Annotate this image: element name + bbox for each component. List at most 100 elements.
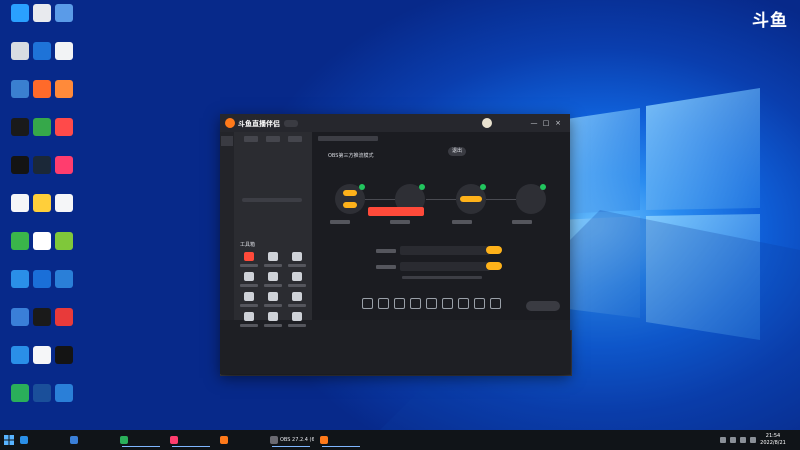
tool-label [264,304,282,307]
taskbar-item[interactable] [168,433,214,447]
desktop-icon[interactable] [48,382,82,416]
desktop-icon-label [48,138,82,146]
empty-list-hint [242,198,302,202]
taskbar-app-icon [120,436,128,444]
desktop-icon[interactable] [48,344,82,378]
tool-icon [292,312,302,321]
toolbox-tool[interactable] [286,290,308,310]
taskbar-item[interactable] [68,433,114,447]
maximize-button[interactable]: □ [542,119,550,127]
user-avatar[interactable] [482,118,492,128]
toolbox-tool[interactable] [262,250,284,270]
toolbox-tool[interactable] [262,270,284,290]
minimize-button[interactable]: — [530,119,538,127]
desktop-icon[interactable] [48,154,82,188]
room-title [318,136,378,141]
toolbar-icon[interactable] [378,298,389,309]
step-caption [330,220,350,224]
left-panel-tabs [240,136,310,144]
toolbox-title: 工具箱 [240,242,256,248]
desktop-icon[interactable] [48,230,82,264]
left-panel: 工具箱 [220,132,312,327]
step-done-badge [480,184,486,190]
tool-icon [244,292,254,301]
footer-note [402,276,482,279]
toolbar-icon[interactable] [394,298,405,309]
taskbar-item-label: OBS 27.2.4 (64-bit) [280,437,314,443]
toolbox-tool[interactable] [238,250,260,270]
tab-item[interactable] [266,136,280,142]
toolbar-icon[interactable] [490,298,501,309]
close-button[interactable]: × [554,119,562,127]
toolbox-tool[interactable] [286,250,308,270]
toolbox-tool[interactable] [238,290,260,310]
taskbar-item[interactable] [18,433,64,447]
desktop-icon[interactable] [48,78,82,112]
rtmp-address-field[interactable] [400,246,490,255]
clock-date: 2022/8/21 [760,440,786,446]
taskbar-item[interactable]: OBS 27.2.4 (64-bit) [268,433,314,447]
taskbar-item[interactable] [118,433,164,447]
tab-item[interactable] [288,136,302,142]
tab-item[interactable] [244,136,258,142]
volume-icon[interactable] [750,437,756,443]
windows-start-icon[interactable] [4,435,14,445]
stream-key-field[interactable] [400,262,490,271]
step-caption [390,220,410,224]
tool-label [264,324,282,327]
desktop-icon[interactable] [48,40,82,74]
desktop-app-icon [55,346,73,364]
step-pill[interactable] [343,190,357,196]
desktop-icon-label [48,62,82,70]
version-badge [284,120,298,127]
toolbox-tool[interactable] [262,310,284,330]
step-pill[interactable] [343,202,357,208]
flow-connector [486,199,516,200]
toolbar-icon[interactable] [362,298,373,309]
taskbar-item[interactable] [318,433,364,447]
tool-icon [244,252,254,261]
toolbox-tool[interactable] [238,270,260,290]
tool-label [264,264,282,267]
exit-button[interactable]: 退出 [448,147,466,156]
taskbar-app-icon [220,436,228,444]
tool-icon [244,272,254,281]
desktop-icon[interactable] [48,2,82,36]
toolbox-tool[interactable] [286,270,308,290]
taskbar-item[interactable] [218,433,264,447]
app-title: 斗鱼直播伴侣 [238,120,280,128]
desktop-icon-label [48,252,82,260]
flow-connector [365,199,395,200]
start-stream-button[interactable] [526,301,560,311]
app-titlebar[interactable]: 斗鱼直播伴侣 — □ × [220,114,570,132]
taskbar-clock[interactable]: 21:54 2022/8/21 [758,433,788,447]
toolbar-icon[interactable] [410,298,421,309]
taskbar: OBS 27.2.4 (64-bit) [0,430,800,450]
desktop-icon[interactable] [48,192,82,226]
sidebar-selected-item[interactable] [221,136,233,146]
copy-key-button[interactable] [486,262,502,270]
network-icon[interactable] [740,437,746,443]
toolbox-tool[interactable] [286,310,308,330]
step-pill[interactable] [460,196,482,202]
left-sidebar [220,132,234,320]
toolbar-icon[interactable] [442,298,453,309]
toolbox-tool[interactable] [262,290,284,310]
tray-icon[interactable] [730,437,736,443]
main-panel [312,132,570,320]
copy-rtmp-button[interactable] [486,246,502,254]
desktop-icon[interactable] [48,306,82,340]
desktop-icon[interactable] [48,268,82,302]
tool-label [240,284,258,287]
desktop-icon[interactable] [48,116,82,150]
toolbox-tool[interactable] [238,310,260,330]
desktop-icon-label [48,176,82,184]
toolbar-icon[interactable] [474,298,485,309]
desktop-icon-label [48,328,82,336]
toolbar-icon[interactable] [458,298,469,309]
toolbar-icon[interactable] [426,298,437,309]
tray-icon[interactable] [720,437,726,443]
desktop-app-icon [55,194,73,212]
tool-icon [292,272,302,281]
desktop-app-icon [55,308,73,326]
